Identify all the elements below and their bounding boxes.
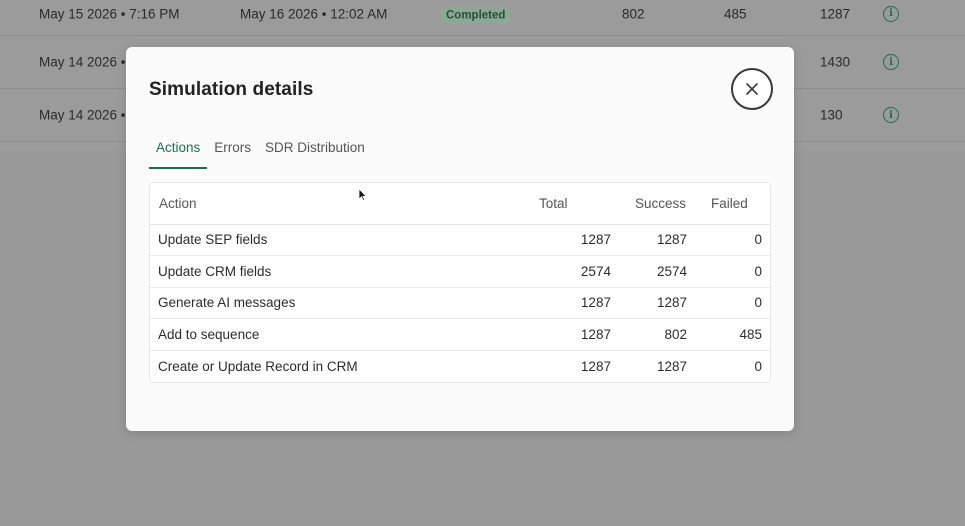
info-icon[interactable]: i: [883, 54, 899, 70]
close-icon: [746, 83, 758, 95]
tab-bar: Actions Errors SDR Distribution: [149, 139, 372, 169]
count-cell: 130: [820, 107, 843, 123]
count-cell: 802: [622, 6, 645, 21]
count-cell: 1287: [820, 6, 851, 21]
total-cell: 1287: [538, 287, 619, 320]
action-name: Update CRM fields: [150, 255, 539, 288]
tab-errors[interactable]: Errors: [207, 139, 258, 169]
total-cell: 1287: [538, 224, 619, 257]
header-success: Success: [618, 183, 695, 225]
success-cell: 802: [618, 318, 695, 351]
mouse-pointer-icon: [358, 188, 368, 202]
info-icon[interactable]: i: [883, 5, 899, 22]
table-row: Generate AI messages 1287 1287 0: [150, 287, 770, 320]
table-row: Add to sequence 1287 802 485: [150, 318, 770, 351]
total-cell: 1287: [580, 358, 611, 374]
actions-table: Action Total Success Failed Update SEP f…: [149, 182, 771, 383]
start-time: May 15 2026 • 7:16 PM: [39, 6, 180, 21]
start-time: May 14 2026 •: [39, 107, 126, 123]
status-badge: Completed: [441, 7, 511, 23]
table-row: May 15 2026 • 7:16 PM May 16 2026 • 12:0…: [0, 0, 965, 36]
table-row: Update CRM fields 2574 2574 0: [150, 255, 770, 288]
tab-actions[interactable]: Actions: [149, 139, 208, 169]
failed-cell: 0: [754, 358, 762, 374]
close-button[interactable]: [731, 68, 773, 110]
failed-cell: 0: [695, 224, 770, 257]
count-cell: 485: [724, 6, 747, 21]
action-name: Update SEP fields: [150, 224, 539, 257]
simulation-details-modal: Simulation details Actions Errors SDR Di…: [126, 47, 794, 431]
failed-cell: 485: [695, 318, 770, 351]
info-icon[interactable]: i: [883, 107, 899, 123]
table-header-row: Action Total Success Failed: [150, 183, 770, 225]
start-time: May 14 2026 •: [39, 54, 126, 70]
end-time: May 16 2026 • 12:02 AM: [240, 6, 388, 21]
success-cell: 2574: [618, 255, 695, 288]
modal-title: Simulation details: [149, 79, 314, 100]
header-failed: Failed: [695, 183, 770, 225]
tab-sdr-distribution[interactable]: SDR Distribution: [258, 139, 372, 169]
header-total: Total: [538, 183, 619, 225]
total-cell: 2574: [538, 255, 619, 288]
header-action: Action: [150, 183, 539, 225]
table-row: Update SEP fields 1287 1287 0: [150, 224, 770, 257]
table-row: Create or Update Record in CRM 1287 1287…: [150, 350, 770, 382]
action-name: Add to sequence: [150, 318, 539, 351]
action-name: Generate AI messages: [150, 287, 539, 320]
failed-cell: 0: [695, 287, 770, 320]
action-name: Create or Update Record in CRM: [158, 358, 358, 374]
count-cell: 1430: [820, 54, 851, 70]
success-cell: 1287: [618, 224, 695, 257]
failed-cell: 0: [695, 255, 770, 288]
success-cell: 1287: [656, 358, 687, 374]
total-cell: 1287: [538, 318, 619, 351]
success-cell: 1287: [618, 287, 695, 320]
